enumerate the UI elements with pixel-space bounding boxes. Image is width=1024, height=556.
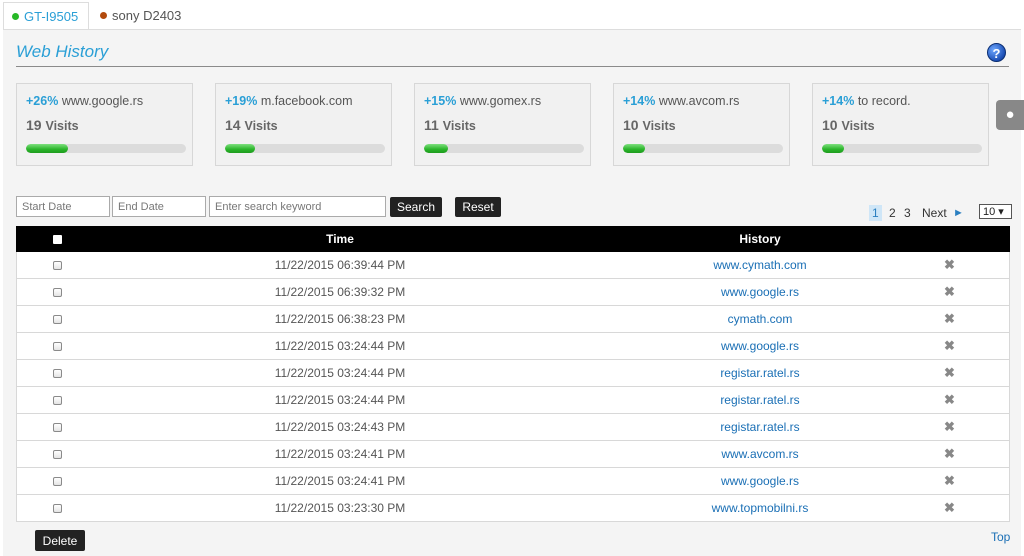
stat-visits-label: Visits <box>642 119 676 133</box>
stat-percent-line: +19% m.facebook.com <box>225 94 353 108</box>
title-divider <box>16 66 1009 67</box>
stat-percent-line: +15% www.gomex.rs <box>424 94 541 108</box>
next-arrow-icon[interactable]: ► <box>953 205 964 221</box>
stat-visits: 10 Visits <box>623 117 676 133</box>
search-button[interactable]: Search <box>390 197 442 217</box>
table-header: Time History <box>16 226 1010 252</box>
stat-site: www.google.rs <box>61 94 144 108</box>
stat-percent: +14% <box>822 94 855 108</box>
start-date-input[interactable] <box>16 196 110 217</box>
stat-visits-count: 10 <box>822 117 838 133</box>
stat-percent: +15% <box>424 94 457 108</box>
stat-visits: 19 Visits <box>26 117 79 133</box>
device-tabs: GT-I9505 sony D2403 <box>0 0 1024 30</box>
offline-dot-icon <box>100 12 107 19</box>
stat-site: www.avcom.rs <box>658 94 740 108</box>
stat-visits-count: 11 <box>424 117 439 133</box>
stat-percent-line: +14% www.avcom.rs <box>623 94 739 108</box>
tab-label: GT-I9505 <box>24 9 79 24</box>
time-column-header[interactable]: Time <box>240 226 440 252</box>
stat-visits: 10 Visits <box>822 117 875 133</box>
stat-visits-count: 19 <box>26 117 42 133</box>
stat-visits-count: 10 <box>623 117 639 133</box>
stat-visits-label: Visits <box>45 119 79 133</box>
page-1-link[interactable]: 1 <box>869 205 882 221</box>
tab-gt-i9505[interactable]: GT-I9505 <box>3 2 89 29</box>
per-page-select[interactable]: 10 ▾ <box>979 204 1012 219</box>
stat-site: www.gomex.rs <box>459 94 542 108</box>
stat-visits-label: Visits <box>244 119 278 133</box>
tab-label: sony D2403 <box>112 8 182 23</box>
reset-button[interactable]: Reset <box>455 197 501 217</box>
next-page-link[interactable]: Next <box>922 205 947 221</box>
select-all-checkbox[interactable] <box>53 235 62 244</box>
stat-progress-bar <box>424 144 584 153</box>
stat-card: +26% www.google.rs 19 Visits <box>16 83 193 166</box>
stat-percent: +14% <box>623 94 656 108</box>
stat-percent-line: +14% to record. <box>822 94 911 108</box>
stat-percent: +19% <box>225 94 258 108</box>
stat-visits: 11 Visits <box>424 117 476 133</box>
stat-visits-label: Visits <box>442 119 476 133</box>
tab-sony-d2403[interactable]: sony D2403 <box>92 2 192 29</box>
stat-progress-fill <box>26 144 68 153</box>
stat-visits-count: 14 <box>225 117 241 133</box>
page-title: Web History <box>16 42 109 61</box>
stat-percent-line: +26% www.google.rs <box>26 94 143 108</box>
history-column-header[interactable]: History <box>660 226 860 252</box>
stat-progress-fill <box>822 144 845 153</box>
search-input[interactable] <box>209 196 386 217</box>
stat-progress-bar <box>225 144 385 153</box>
stat-progress-bar <box>26 144 186 153</box>
stat-percent: +26% <box>26 94 59 108</box>
stat-progress-bar <box>822 144 982 153</box>
stat-site: to record. <box>857 94 911 108</box>
globe-icon[interactable]: ● <box>996 100 1024 130</box>
stat-site: m.facebook.com <box>260 94 353 108</box>
page-2-link[interactable]: 2 <box>889 205 896 221</box>
back-to-top-link[interactable]: Top <box>991 530 1010 544</box>
end-date-input[interactable] <box>112 196 206 217</box>
stat-visits: 14 Visits <box>225 117 278 133</box>
page-3-link[interactable]: 3 <box>904 205 911 221</box>
stat-progress-fill <box>623 144 646 153</box>
delete-button[interactable]: Delete <box>35 530 85 551</box>
stat-progress-bar <box>623 144 783 153</box>
stat-progress-fill <box>225 144 256 153</box>
stat-progress-fill <box>424 144 448 153</box>
stat-card: +14% to record. 10 Visits <box>812 83 989 166</box>
stat-visits-label: Visits <box>841 119 875 133</box>
stat-card: +15% www.gomex.rs 11 Visits <box>414 83 591 166</box>
help-icon[interactable]: ? <box>987 43 1006 62</box>
online-dot-icon <box>12 13 19 20</box>
stat-card: +19% m.facebook.com 14 Visits <box>215 83 392 166</box>
table-border <box>16 252 1010 522</box>
stat-card: +14% www.avcom.rs 10 Visits <box>613 83 790 166</box>
